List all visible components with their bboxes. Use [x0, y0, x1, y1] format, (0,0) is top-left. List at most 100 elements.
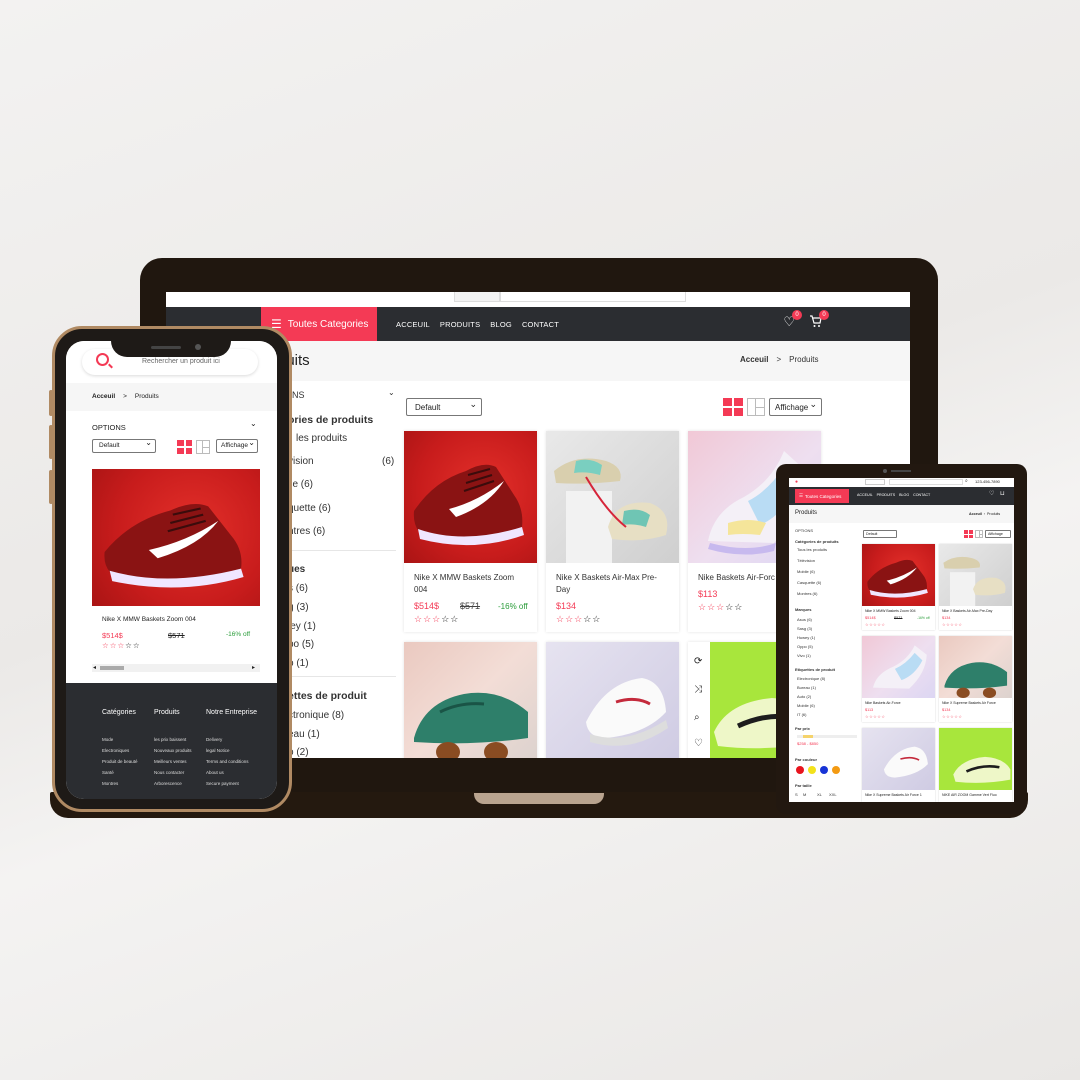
search-input[interactable] — [889, 479, 963, 485]
nav-item-acceuil[interactable]: ACCEUIL — [396, 320, 430, 329]
product-name[interactable]: NIKE AIR ZOOM Gamme Vert Fluo — [942, 793, 997, 797]
sidebar-category[interactable]: Mobile (6) — [797, 569, 815, 574]
wishlist-icon[interactable]: ♡ — [989, 490, 994, 497]
nav-item-blog[interactable]: BLOG — [490, 320, 512, 329]
display-select[interactable]: Affichage — [769, 398, 822, 416]
footer-link[interactable]: Delivery — [206, 737, 222, 742]
footer-link[interactable]: Nous contacter — [154, 770, 184, 775]
list-view-icon[interactable] — [975, 530, 983, 538]
color-swatch-yellow[interactable] — [808, 766, 816, 774]
product-name[interactable]: Nike X MMW Baskets Zoom 004 — [865, 609, 916, 613]
footer-link[interactable]: About us — [206, 770, 224, 775]
color-swatch-blue[interactable] — [820, 766, 828, 774]
display-select[interactable]: Affichage — [216, 438, 258, 453]
footer-link[interactable]: Produit de beauté — [102, 759, 138, 764]
cart-icon[interactable]: ⊔ — [1000, 490, 1005, 497]
scroll-left-icon[interactable]: ◂ — [93, 664, 96, 671]
sidebar-category[interactable]: quette (6) — [288, 503, 331, 514]
product-image[interactable] — [546, 431, 679, 563]
product-name[interactable]: Nike X MMW Baskets Zoom 004 — [102, 616, 196, 623]
product-image[interactable] — [546, 642, 679, 758]
footer-link[interactable]: legal Notice — [206, 748, 230, 753]
sidebar-tag[interactable]: Auto (2) — [797, 694, 811, 699]
product-image[interactable] — [939, 544, 1012, 606]
product-card[interactable]: Nike X MMW Baskets Zoom 004 $514$ $571 -… — [404, 431, 537, 632]
product-name[interactable]: Nike Baskets Air-Force — [865, 701, 901, 705]
product-card[interactable]: Nike X Baskets Air-Max Pre-Day $134 ☆☆☆☆… — [546, 431, 679, 632]
chevron-down-icon[interactable]: ⌄ — [250, 419, 257, 428]
sidebar-category[interactable]: Casquette (6) — [797, 580, 821, 585]
sidebar-brand[interactable]: ley (1) — [288, 621, 316, 632]
nav-item-produits[interactable]: PRODUITS — [440, 320, 480, 329]
product-card[interactable]: NIKE AIR ZOOM Gamme Vert Fluo — [939, 728, 1012, 802]
display-select[interactable]: Affichage — [985, 530, 1011, 538]
search-icon[interactable]: ⌕ — [965, 478, 968, 484]
sidebar-brand[interactable]: Sasg (3) — [797, 626, 812, 631]
size-option[interactable]: XL — [817, 792, 822, 797]
wishlist-icon[interactable]: ♡ 0 — [783, 310, 802, 331]
footer-link[interactable]: Santé — [102, 770, 114, 775]
product-card[interactable]: Nike X Supreme Baskets Air Force 1 — [862, 728, 935, 802]
price-slider-range[interactable] — [803, 735, 813, 738]
sidebar-tag[interactable]: Bureau (1) — [797, 685, 816, 690]
scrollbar-thumb[interactable] — [100, 666, 124, 670]
grid-view-icon[interactable] — [723, 398, 743, 416]
logo[interactable]: ● — [795, 479, 798, 485]
sidebar-brand[interactable]: Huwey (1) — [797, 635, 815, 640]
sidebar-category[interactable]: Télévision — [797, 558, 815, 563]
shuffle-icon[interactable]: ⤨ — [694, 684, 702, 695]
sort-select[interactable]: Default — [92, 438, 156, 453]
sidebar-category[interactable]: ntres (6) — [288, 526, 325, 537]
search-icon[interactable] — [96, 353, 109, 366]
sidebar-category[interactable]: Montres (6) — [797, 591, 817, 596]
product-image[interactable] — [862, 544, 935, 606]
cart-icon[interactable]: 0 — [809, 310, 829, 331]
sidebar-tag[interactable]: Mobile (6) — [797, 703, 815, 708]
product-name[interactable]: Nike X Baskets Air-Max Pre-Day — [942, 609, 992, 613]
footer-link[interactable]: Arborescence — [154, 781, 182, 786]
sidebar-brand[interactable]: Vivo (1) — [797, 653, 811, 658]
product-image[interactable] — [939, 636, 1012, 698]
product-image[interactable] — [404, 642, 537, 758]
product-name[interactable]: Nike X MMW Baskets Zoom 004 — [414, 572, 529, 596]
sidebar-tag[interactable]: eau (1) — [288, 729, 320, 740]
grid-view-icon[interactable] — [177, 440, 192, 454]
price-slider[interactable] — [797, 735, 857, 738]
color-swatch-red[interactable] — [796, 766, 804, 774]
list-view-icon[interactable] — [196, 440, 210, 454]
sidebar-brand[interactable]: Oppo (5) — [797, 644, 813, 649]
product-name[interactable]: Nike X Supreme Baskets Air Force 1 — [865, 793, 922, 797]
category-select[interactable] — [865, 479, 885, 485]
nav-item-contact[interactable]: CONTACT — [522, 320, 559, 329]
nav-item-blog[interactable]: BLOG — [899, 493, 909, 497]
color-swatch-orange[interactable] — [832, 766, 840, 774]
product-card[interactable] — [404, 642, 537, 758]
chevron-down-icon[interactable]: ⌄ — [388, 388, 395, 397]
size-option[interactable]: XXL — [829, 792, 837, 797]
sidebar-category[interactable]: les produits — [296, 433, 347, 444]
footer-link[interactable]: Secure payment — [206, 781, 239, 786]
footer-link[interactable]: Electroniques — [102, 748, 129, 753]
search-input[interactable] — [500, 292, 686, 302]
nav-item-acceuil[interactable]: ACCEUIL — [857, 493, 873, 497]
product-card[interactable]: Nike X Supreme Baskets Air Force $134 ☆☆… — [939, 636, 1012, 722]
all-categories-button[interactable]: ☰ Toutes Categories — [795, 489, 849, 503]
product-name[interactable]: Nike X Supreme Baskets Air Force — [942, 701, 996, 705]
list-view-icon[interactable] — [747, 398, 765, 416]
product-card[interactable]: Nike X Baskets Air-Max Pre-Day $134 ☆☆☆☆… — [939, 544, 1012, 630]
product-card[interactable]: Nike X MMW Baskets Zoom 004 $514$ $571 -… — [92, 469, 260, 679]
sort-select[interactable]: Default — [863, 530, 897, 538]
size-option[interactable]: M — [803, 792, 806, 797]
refresh-icon[interactable]: ⟳ — [694, 656, 702, 667]
footer-link[interactable]: Meilleurs ventes — [154, 759, 187, 764]
footer-link[interactable]: Terms and conditions — [206, 759, 249, 764]
search-icon[interactable]: ⌕ — [694, 712, 700, 723]
footer-link[interactable]: Montres — [102, 781, 118, 786]
heart-icon[interactable]: ♡ — [694, 738, 703, 749]
footer-link[interactable]: Mode — [102, 737, 113, 742]
footer-link[interactable]: Nouveaux produits — [154, 748, 192, 753]
nav-item-contact[interactable]: CONTACT — [913, 493, 930, 497]
footer-link[interactable]: les prix baissent — [154, 737, 186, 742]
sidebar-tag[interactable]: ctronique (8) — [288, 710, 344, 721]
nav-item-produits[interactable]: PRODUITS — [877, 493, 896, 497]
